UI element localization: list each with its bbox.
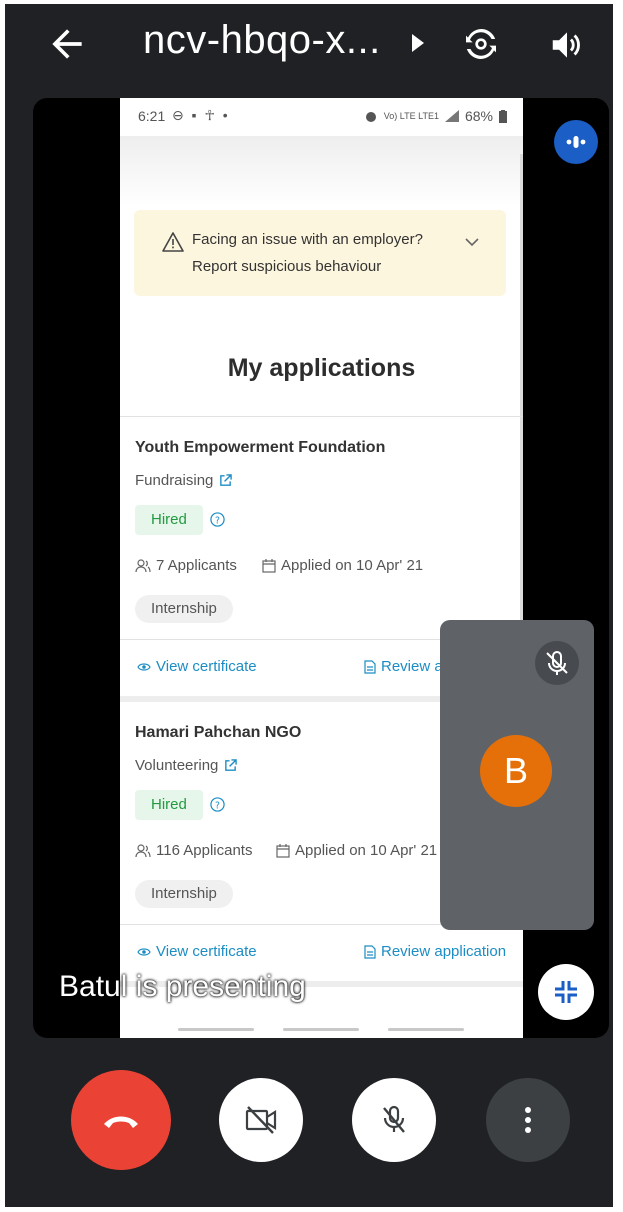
- help-icon[interactable]: ?: [210, 512, 225, 527]
- type-tag: Internship: [135, 595, 233, 623]
- phone-hangup-icon: [104, 1116, 138, 1128]
- status-badge: Hired: [135, 505, 203, 535]
- more-vertical-icon: [525, 1107, 531, 1133]
- calendar-icon: [262, 558, 276, 573]
- applied-date: Applied on 10 Apr' 21: [276, 842, 437, 859]
- nav-indicator: [283, 1028, 359, 1031]
- end-call-button[interactable]: [71, 1070, 171, 1170]
- chevron-down-icon[interactable]: [464, 236, 480, 248]
- external-link-icon: [220, 474, 233, 486]
- review-application-link[interactable]: Review application: [364, 943, 506, 960]
- mic-off-icon: [383, 1105, 405, 1133]
- category-label: Volunteering: [135, 757, 219, 774]
- status-badge: Hired: [135, 790, 203, 820]
- status-right: Vo) LTE LTE1 68%: [364, 108, 507, 124]
- mic-toggle-button[interactable]: [352, 1078, 436, 1162]
- header-shade: [120, 136, 523, 206]
- org-name[interactable]: Hamari Pahchan NGO: [135, 724, 301, 742]
- category-link[interactable]: Volunteering: [135, 757, 238, 774]
- document-icon: [364, 944, 376, 959]
- applied-text: Applied on 10 Apr' 21: [295, 842, 438, 859]
- divider: [120, 416, 523, 417]
- help-icon[interactable]: ?: [210, 797, 225, 812]
- eye-icon: [137, 947, 151, 956]
- camera-toggle-button[interactable]: [219, 1078, 303, 1162]
- battery-icon: [499, 109, 507, 123]
- battery-level: 68%: [464, 108, 493, 124]
- view-certificate-label: View certificate: [156, 943, 257, 960]
- more-options-button[interactable]: [486, 1078, 570, 1162]
- category-label: Fundraising: [135, 472, 214, 489]
- calendar-icon: [276, 843, 290, 858]
- review-application-label: Review a: [381, 658, 443, 675]
- svg-text:?: ?: [215, 515, 220, 526]
- tile-mic-status: [535, 641, 579, 685]
- signal-icon: [444, 110, 459, 122]
- nav-indicator: [178, 1028, 254, 1031]
- alert-title: Facing an issue with an employer?: [192, 231, 423, 248]
- participant-badge[interactable]: [554, 120, 598, 164]
- self-view-tile[interactable]: B: [440, 620, 594, 930]
- applicants-text: 116 Applicants: [156, 842, 253, 859]
- arrow-left-icon[interactable]: [45, 22, 89, 66]
- people-icon: [135, 843, 151, 857]
- top-bar: ncv-hbqo-x...: [5, 4, 613, 90]
- applicants-text: 7 Applicants: [156, 557, 237, 574]
- speaking-indicator-icon: [566, 136, 586, 148]
- network-label: Vo) LTE LTE1: [383, 111, 439, 121]
- review-application-link[interactable]: Review a: [364, 658, 443, 675]
- avatar: B: [480, 735, 552, 807]
- presenting-label: Batul is presenting: [59, 970, 306, 1003]
- chevron-right-icon[interactable]: [410, 34, 426, 52]
- status-left-icons: ⊖ ▪ ☥ •: [172, 107, 230, 123]
- applicants-count: 7 Applicants: [135, 557, 237, 574]
- camera-off-icon: [245, 1106, 277, 1134]
- employer-issue-alert[interactable]: Facing an issue with an employer? Report…: [134, 210, 506, 296]
- view-certificate-link[interactable]: View certificate: [137, 943, 257, 960]
- applicants-count: 116 Applicants: [135, 842, 252, 859]
- review-application-label: Review application: [381, 943, 507, 960]
- org-name[interactable]: Youth Empowerment Foundation: [135, 439, 385, 457]
- collapse-button[interactable]: [538, 964, 594, 1020]
- switch-camera-icon[interactable]: [461, 24, 501, 64]
- applied-text: Applied on 10 Apr' 21: [281, 557, 424, 574]
- people-icon: [135, 558, 151, 572]
- page-title: My applications: [227, 354, 416, 382]
- view-certificate-link[interactable]: View certificate: [137, 658, 257, 675]
- report-link[interactable]: Report suspicious behaviour: [192, 258, 381, 275]
- external-link-icon: [225, 759, 238, 771]
- alarm-icon: [365, 112, 376, 122]
- speaker-icon[interactable]: [547, 26, 587, 64]
- document-icon: [364, 659, 376, 674]
- status-time: 6:21: [138, 108, 166, 124]
- phone-status-bar: 6:21 ⊖ ▪ ☥ • Vo) LTE LTE1 68%: [120, 98, 523, 136]
- warning-icon: [162, 232, 184, 252]
- category-link[interactable]: Fundraising: [135, 472, 233, 489]
- meeting-code[interactable]: ncv-hbqo-x...: [143, 18, 381, 63]
- mic-off-icon: [546, 651, 568, 675]
- eye-icon: [137, 662, 151, 671]
- nav-indicator: [388, 1028, 464, 1031]
- applied-date: Applied on 10 Apr' 21: [262, 557, 423, 574]
- type-tag: Internship: [135, 880, 233, 908]
- collapse-icon: [555, 981, 577, 1003]
- meet-call-screen: ncv-hbqo-x... 6:21 ⊖ ▪ ☥ • Vo) LTE LTE1: [5, 4, 613, 1207]
- view-certificate-label: View certificate: [156, 658, 257, 675]
- svg-text:?: ?: [215, 800, 220, 811]
